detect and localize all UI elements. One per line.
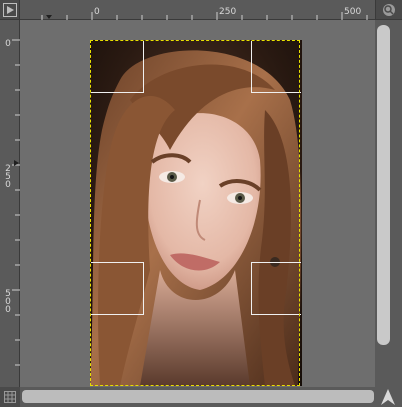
pointer-marker	[46, 15, 52, 19]
zoom-button[interactable]	[375, 0, 402, 20]
guide-bottom-left	[91, 262, 144, 315]
ruler-label-500: 500	[344, 7, 362, 17]
horizontal-ruler[interactable]: 0 250 500	[20, 0, 375, 20]
quick-mask-toggle-button[interactable]	[0, 0, 20, 20]
play-icon	[3, 3, 17, 17]
ruler-label-0: 0	[94, 7, 100, 17]
vruler-label-0: 0	[5, 39, 11, 49]
navigate-icon	[381, 389, 395, 405]
vruler-label-500: 5 0 0	[5, 289, 11, 315]
guide-top-left	[91, 41, 144, 93]
horizontal-scrollbar-thumb[interactable]	[22, 390, 374, 403]
vruler-label-250: 2 5 0	[5, 164, 11, 190]
bottom-left-button[interactable]	[0, 387, 20, 407]
guide-top-right	[251, 41, 301, 93]
guide-bottom-right	[251, 262, 301, 315]
vertical-ruler[interactable]: 0 2 5 0 5 0 0	[0, 20, 20, 387]
grid-icon	[4, 391, 16, 403]
zoom-icon	[383, 4, 395, 16]
vertical-scrollbar-thumb[interactable]	[377, 25, 390, 345]
navigate-button[interactable]	[375, 387, 402, 407]
ruler-label-250: 250	[219, 7, 237, 17]
